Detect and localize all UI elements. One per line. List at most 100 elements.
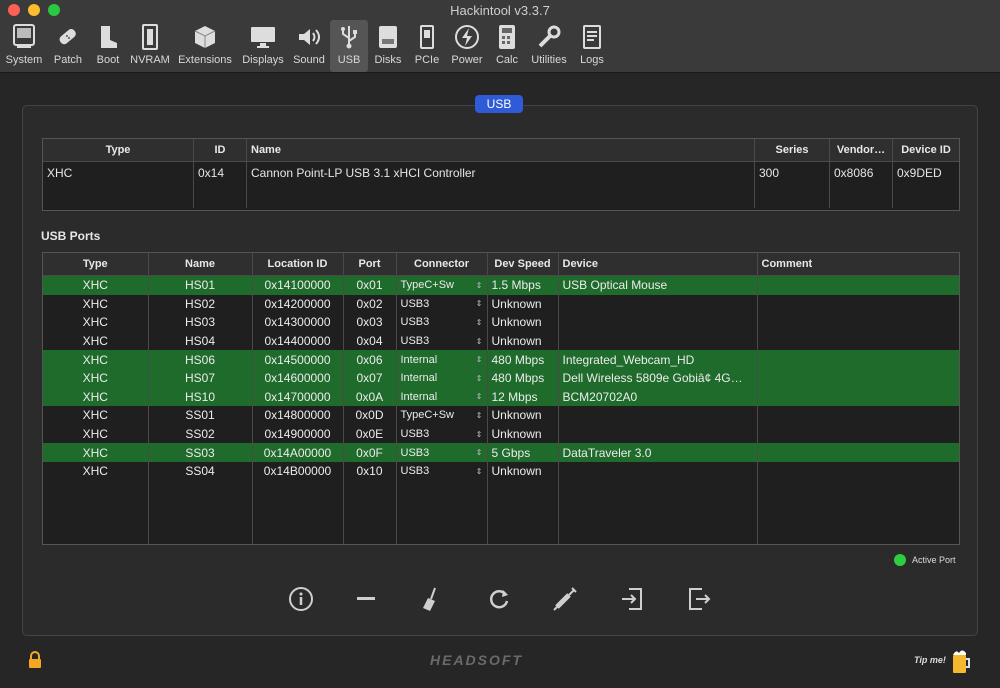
cell-connector[interactable]: Internal ⇕ <box>396 368 488 388</box>
table-row[interactable]: XHC HS07 0x14600000 0x07 Internal ⇕ 480 Mbps De… <box>43 368 959 388</box>
lock-button[interactable] <box>27 651 43 674</box>
cell-connector[interactable]: TypeC+Sw ⇕ <box>396 406 488 425</box>
toolbar-label: Calc <box>495 54 518 66</box>
column-header-device-id[interactable]: Device ID <box>892 139 959 162</box>
toolbar-item-sound[interactable]: Sound <box>290 20 328 72</box>
cell-comment[interactable] <box>757 313 959 332</box>
usb-section-tab[interactable]: USB <box>475 95 523 113</box>
column-header-series[interactable]: Series <box>754 139 830 162</box>
cell-comment[interactable] <box>757 275 959 295</box>
tip-me-label[interactable]: Tip me! <box>914 655 946 665</box>
cell-connector[interactable]: TypeC+Sw ⇕ <box>396 275 488 295</box>
cell-connector[interactable]: Internal ⇕ <box>396 350 488 369</box>
toolbar-item-power[interactable]: Power <box>448 20 486 72</box>
cell-type: XHC <box>43 406 149 425</box>
cell-device: BCM20702A0 <box>558 387 758 407</box>
cell-port: 0x01 <box>343 275 397 295</box>
cell-connector[interactable]: USB3 ⇕ <box>396 313 488 332</box>
table-row[interactable]: XHC HS02 0x14200000 0x02 USB3 ⇕ Unknown <box>43 294 959 314</box>
cell-location-id: 0x14300000 <box>252 313 344 332</box>
remove-button[interactable] <box>351 584 381 614</box>
cell-device <box>558 331 758 351</box>
table-row[interactable]: XHC HS06 0x14500000 0x06 Internal ⇕ 480 Mbps In… <box>43 350 959 369</box>
clear-button[interactable] <box>416 584 446 614</box>
inject-button[interactable] <box>550 584 580 614</box>
table-row[interactable]: XHC HS01 0x14100000 0x01 TypeC+Sw ⇕ 1.5 Mbps US… <box>43 275 959 295</box>
toolbar-label: Utilities <box>531 54 567 66</box>
table-row[interactable]: XHC SS04 0x14B00000 0x10 USB3 ⇕ Unknown <box>43 461 959 481</box>
window-title: Hackintool v3.3.7 <box>450 3 550 18</box>
chevron-updown-icon: ⇕ <box>475 392 483 402</box>
column-header-vendor[interactable]: Vendor… <box>829 139 893 162</box>
connector-value: TypeC+Sw <box>400 279 455 292</box>
table-row[interactable]: XHC SS01 0x14800000 0x0D TypeC+Sw ⇕ Unknown <box>43 406 959 425</box>
column-header-port[interactable]: Port <box>343 253 397 276</box>
cell-comment[interactable] <box>757 332 959 351</box>
toolbar-item-disks[interactable]: Disks <box>370 20 406 72</box>
toolbar-item-displays[interactable]: Displays <box>239 20 287 72</box>
cell-comment[interactable] <box>757 425 959 444</box>
toolbar-item-logs[interactable]: Logs <box>575 20 609 72</box>
info-button[interactable] <box>286 584 316 614</box>
toolbar-label: Sound <box>293 54 325 66</box>
cell-comment[interactable] <box>757 406 959 425</box>
toolbar-item-nvram[interactable]: NVRAM <box>128 20 172 72</box>
cell-comment[interactable] <box>757 295 959 314</box>
cell-comment[interactable] <box>757 462 959 481</box>
column-header-type[interactable]: Type <box>43 139 194 162</box>
chevron-updown-icon: ⇕ <box>475 355 483 365</box>
table-row[interactable]: XHC SS02 0x14900000 0x0E USB3 ⇕ Unknown <box>43 424 959 444</box>
toolbar-item-system[interactable]: System <box>2 20 46 72</box>
utilities-icon <box>538 25 561 48</box>
column-header-type[interactable]: Type <box>43 253 149 276</box>
column-header-location-id[interactable]: Location ID <box>252 253 344 276</box>
cell-name: HS07 <box>148 368 253 388</box>
cell-connector[interactable]: USB3 ⇕ <box>396 331 488 351</box>
table-row[interactable]: XHC SS03 0x14A00000 0x0F USB3 ⇕ 5 Gbps DataTrav… <box>43 443 959 462</box>
table-row[interactable]: XHC HS10 0x14700000 0x0A Internal ⇕ 12 Mbps BCM… <box>43 387 959 407</box>
toolbar-item-utilities[interactable]: Utilities <box>527 20 571 72</box>
table-row[interactable]: XHC 0x14 Cannon Point-LP USB 3.1 xHCI Co… <box>43 161 959 184</box>
toolbar-item-extensions[interactable]: Extensions <box>176 20 234 72</box>
column-header-name[interactable]: Name <box>148 253 253 276</box>
refresh-button[interactable] <box>484 584 514 614</box>
cell-type: XHC <box>43 275 149 295</box>
extensions-icon <box>194 26 216 48</box>
column-header-connector[interactable]: Connector <box>396 253 488 276</box>
column-header-name[interactable]: Name <box>246 139 755 162</box>
connector-value: USB3 <box>400 428 430 441</box>
table-row[interactable]: XHC HS03 0x14300000 0x03 USB3 ⇕ Unknown <box>43 313 959 332</box>
nvram-icon <box>142 24 158 50</box>
cell-comment[interactable] <box>757 350 959 369</box>
import-button[interactable] <box>617 584 647 614</box>
toolbar-label: NVRAM <box>130 54 170 66</box>
export-button[interactable] <box>684 584 714 614</box>
column-header-device[interactable]: Device <box>558 253 758 276</box>
toolbar-item-patch[interactable]: Patch <box>49 20 87 72</box>
cell-name: Cannon Point-LP USB 3.1 xHCI Controller <box>246 161 755 184</box>
cell-connector[interactable]: USB3 ⇕ <box>396 294 488 314</box>
cell-connector[interactable]: USB3 ⇕ <box>396 443 488 462</box>
column-header-dev-speed[interactable]: Dev Speed <box>487 253 559 276</box>
cell-comment[interactable] <box>757 387 959 407</box>
toolbar-item-pcie[interactable]: PCIe <box>410 20 444 72</box>
cell-dev-speed: 480 Mbps <box>487 368 559 388</box>
syringe-icon <box>553 587 577 611</box>
column-header-comment[interactable]: Comment <box>757 253 959 276</box>
table-row[interactable]: XHC HS04 0x14400000 0x04 USB3 ⇕ Unknown <box>43 331 959 351</box>
cell-connector[interactable]: USB3 ⇕ <box>396 424 488 444</box>
cell-port: 0x0F <box>343 443 397 462</box>
cell-comment[interactable] <box>757 443 959 462</box>
cell-comment[interactable] <box>757 368 959 388</box>
tip-button[interactable] <box>950 647 972 680</box>
cell-connector[interactable]: Internal ⇕ <box>396 387 488 407</box>
toolbar-item-boot[interactable]: Boot <box>91 20 125 72</box>
lock-icon <box>29 651 41 668</box>
cell-connector[interactable]: USB3 ⇕ <box>396 461 488 481</box>
cell-type: XHC <box>43 313 149 332</box>
cell-type: XHC <box>43 461 149 481</box>
cell-dev-speed: Unknown <box>487 461 559 481</box>
column-header-id[interactable]: ID <box>193 139 247 162</box>
toolbar-item-usb[interactable]: USB <box>330 20 368 72</box>
toolbar-item-calc[interactable]: Calc <box>490 20 524 72</box>
